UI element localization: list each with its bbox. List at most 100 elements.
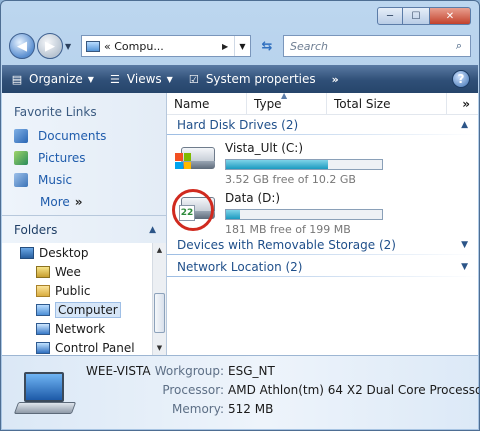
tree-item-label: Public bbox=[55, 283, 91, 298]
group-hard-disk-drives[interactable]: Hard Disk Drives (2) ▲ bbox=[167, 115, 478, 135]
favorite-link-pictures[interactable]: Pictures bbox=[14, 147, 166, 169]
search-icon[interactable]: ⌕ bbox=[448, 36, 470, 56]
drive-usage-fill bbox=[226, 160, 329, 169]
recent-pages-dropdown[interactable]: ▼ bbox=[65, 42, 77, 51]
back-button[interactable]: ◀ bbox=[9, 33, 35, 59]
column-header-name[interactable]: Name bbox=[167, 92, 247, 115]
drive-usage-bar bbox=[225, 159, 383, 170]
help-button[interactable]: ? bbox=[452, 70, 470, 88]
favorite-link-label: Pictures bbox=[38, 151, 86, 165]
drive-usage-bar bbox=[225, 209, 383, 220]
drive-name: Data (D:) bbox=[225, 191, 281, 205]
folder-tree-scrollbar[interactable]: ▲ ▼ bbox=[152, 243, 166, 355]
address-crumb[interactable]: « Compu... bbox=[104, 40, 222, 53]
search-placeholder: Search bbox=[290, 39, 329, 53]
music-icon bbox=[14, 173, 28, 187]
tree-item-wee[interactable]: Wee bbox=[2, 262, 152, 281]
views-label: Views bbox=[126, 72, 162, 86]
folders-header[interactable]: Folders ▲ bbox=[2, 215, 166, 243]
workgroup-label: Workgroup: bbox=[154, 364, 224, 378]
pictures-icon bbox=[14, 151, 28, 165]
chevron-down-icon: ▼ bbox=[166, 74, 173, 84]
views-button[interactable]: ☰ Views ▼ bbox=[108, 72, 173, 86]
folder-tree: Desktop Wee Public Computer Network Cont… bbox=[2, 243, 152, 355]
system-properties-label: System properties bbox=[205, 72, 316, 86]
scroll-down-icon[interactable]: ▼ bbox=[153, 341, 166, 355]
favorite-link-label: Music bbox=[38, 173, 73, 187]
favorite-links-list: Documents Pictures Music More » bbox=[2, 119, 166, 213]
address-prefix: « bbox=[104, 39, 111, 53]
group-network-location[interactable]: Network Location (2) ▼ bbox=[167, 257, 478, 277]
favorite-links-more[interactable]: More » bbox=[14, 191, 166, 213]
tree-item-computer[interactable]: Computer bbox=[2, 300, 152, 319]
tree-item-network[interactable]: Network bbox=[2, 319, 152, 338]
folders-title: Folders bbox=[14, 222, 58, 237]
organize-icon: ▤ bbox=[11, 72, 23, 86]
columns-overflow-button[interactable]: » bbox=[462, 97, 470, 111]
computer-name: WEE-VISTA bbox=[86, 364, 151, 378]
hard-drive-icon bbox=[175, 145, 215, 173]
highlight-circle bbox=[172, 189, 214, 231]
main-area: Favorite Links Documents Pictures Music … bbox=[2, 90, 478, 355]
favorite-link-documents[interactable]: Documents bbox=[14, 125, 166, 147]
column-header-type[interactable]: ▲ Type bbox=[247, 90, 327, 115]
drive-item-c[interactable]: Vista_Ult (C:) 3.52 GB free of 10.2 GB bbox=[167, 135, 478, 186]
crumb-chevron-icon[interactable]: ▶ bbox=[222, 42, 234, 51]
tree-item-label: Control Panel bbox=[55, 340, 135, 355]
address-bar[interactable]: « Compu... ▶ ▼ bbox=[81, 35, 251, 57]
chevron-up-icon: ▲ bbox=[461, 120, 468, 130]
explorer-window: ─ ☐ ✕ ◀ ▶ ▼ « Compu... ▶ ▼ ⇆ Search ⌕ ▤ … bbox=[0, 0, 480, 431]
favorite-links-title: Favorite Links bbox=[14, 105, 97, 119]
organize-button[interactable]: ▤ Organize ▼ bbox=[10, 72, 94, 86]
column-size-label: Total Size bbox=[334, 96, 391, 111]
drive-name: Vista_Ult (C:) bbox=[225, 141, 304, 155]
system-properties-button[interactable]: ☑ System properties bbox=[187, 72, 316, 86]
scroll-up-icon[interactable]: ▲ bbox=[153, 243, 166, 257]
hard-drive-icon: 22 bbox=[172, 189, 215, 231]
computer-icon bbox=[36, 303, 50, 316]
address-dropdown-button[interactable]: ▼ bbox=[234, 36, 250, 56]
drive-item-d[interactable]: 22 Data (D:) 181 MB free of 199 MB bbox=[167, 185, 478, 236]
network-icon bbox=[36, 322, 50, 335]
column-headers: Name ▲ Type Total Size » bbox=[167, 90, 478, 115]
address-crumb-label: Compu... bbox=[114, 39, 164, 53]
tree-item-public[interactable]: Public bbox=[2, 281, 152, 300]
close-button[interactable]: ✕ bbox=[429, 7, 471, 25]
more-chevron-icon: » bbox=[74, 195, 83, 209]
windows-logo-icon bbox=[175, 153, 191, 169]
sort-ascending-icon: ▲ bbox=[281, 90, 288, 100]
system-properties-icon: ☑ bbox=[188, 72, 199, 86]
minimize-button[interactable]: ─ bbox=[377, 7, 403, 25]
tree-item-desktop[interactable]: Desktop bbox=[2, 243, 152, 262]
drive-usage-fill bbox=[226, 210, 241, 219]
desktop-icon bbox=[20, 246, 34, 259]
group-removable-storage[interactable]: Devices with Removable Storage (2) ▼ bbox=[167, 235, 478, 255]
command-bar: ▤ Organize ▼ ☰ Views ▼ ☑ System properti… bbox=[2, 65, 478, 93]
memory-label: Memory: bbox=[172, 402, 224, 416]
chevron-up-icon: ▲ bbox=[149, 224, 156, 235]
scrollbar-thumb[interactable] bbox=[154, 293, 165, 333]
favorite-link-music[interactable]: Music bbox=[14, 169, 166, 191]
refresh-button[interactable]: ⇆ bbox=[255, 35, 279, 57]
control-panel-icon bbox=[36, 341, 50, 354]
tree-item-label: Network bbox=[55, 321, 106, 336]
computer-laptop-icon bbox=[13, 372, 77, 420]
processor-value: AMD Athlon(tm) 64 X2 Dual Core Processo.… bbox=[228, 383, 480, 397]
group-divider bbox=[167, 254, 478, 255]
toolbar-overflow-button[interactable]: » bbox=[332, 73, 339, 86]
search-input[interactable]: Search ⌕ bbox=[283, 35, 471, 57]
forward-button[interactable]: ▶ bbox=[37, 33, 63, 59]
favorite-link-label: Documents bbox=[38, 129, 107, 143]
caption-buttons: ─ ☐ ✕ bbox=[377, 7, 471, 25]
tree-item-label: Computer bbox=[55, 301, 121, 318]
back-arrow-icon: ◀ bbox=[17, 38, 27, 54]
column-name-label: Name bbox=[174, 96, 210, 111]
views-icon: ☰ bbox=[109, 72, 120, 86]
documents-icon bbox=[14, 129, 28, 143]
column-header-total-size[interactable]: Total Size bbox=[327, 92, 447, 115]
details-pane: WEE-VISTA Workgroup: ESG_NT Processor: A… bbox=[2, 355, 480, 429]
maximize-button[interactable]: ☐ bbox=[403, 7, 429, 25]
computer-icon bbox=[86, 40, 100, 52]
group-label: Devices with Removable Storage (2) bbox=[177, 238, 396, 252]
tree-item-control-panel[interactable]: Control Panel bbox=[2, 338, 152, 355]
